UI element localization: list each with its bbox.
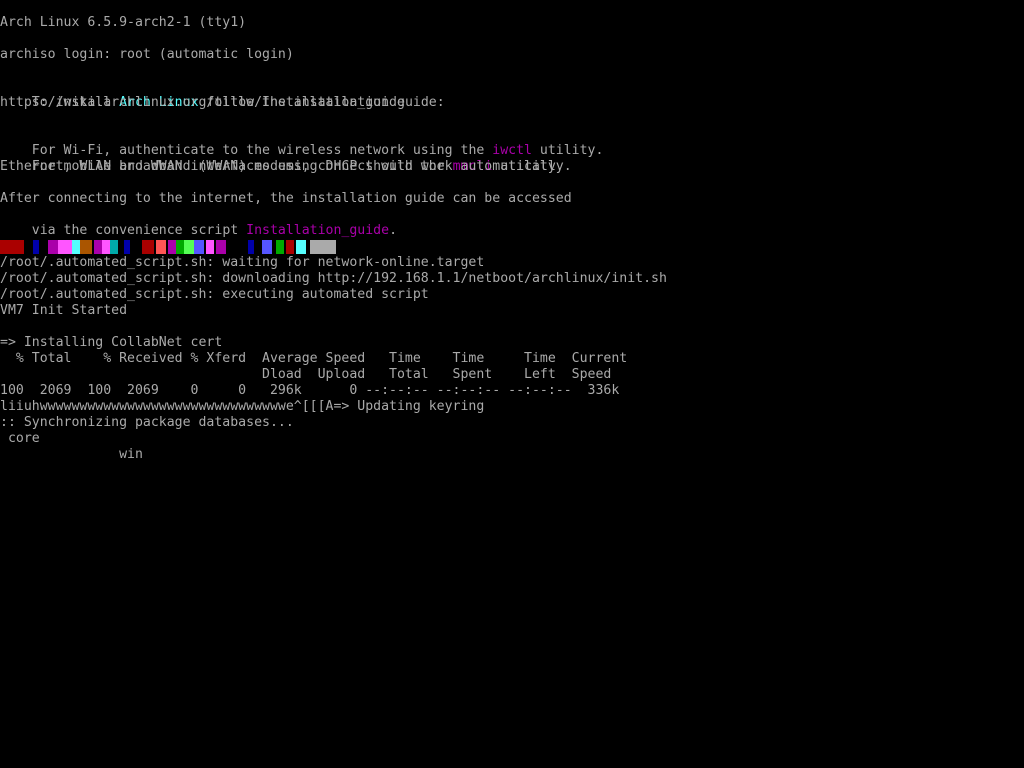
repo-win-line: win <box>0 447 143 462</box>
wifi-line: For Wi-Fi, authenticate to the wireless … <box>0 127 604 158</box>
after-connecting-line: After connecting to the internet, the in… <box>0 191 572 206</box>
install-line: To install Arch Linux follow the install… <box>0 79 445 110</box>
dhcp-line: Ethernet, WLAN and WWAN interfaces using… <box>0 159 572 174</box>
curl-progress-row: 100 2069 100 2069 0 0 296k 0 --:--:-- --… <box>0 383 620 398</box>
curl-header-2: Dload Upload Total Spent Left Speed <box>0 367 612 382</box>
corrupted-output-strip <box>0 240 340 254</box>
script-prefix: via the convenience script <box>31 223 247 238</box>
login-line: archiso login: root (automatic login) <box>0 47 294 62</box>
tty-console[interactable]: Arch Linux 6.5.9-arch2-1 (tty1) archiso … <box>0 0 1024 768</box>
automated-script-waiting: /root/.automated_script.sh: waiting for … <box>0 255 485 270</box>
sync-databases-line: :: Synchronizing package databases... <box>0 415 294 430</box>
keyring-line: liiuhwwwwwwwwwwwwwwwwwwwwwwwwwwwwwwwe^[[… <box>0 399 485 414</box>
kernel-banner: Arch Linux 6.5.9-arch2-1 (tty1) <box>0 15 247 30</box>
automated-script-executing: /root/.automated_script.sh: executing au… <box>0 287 429 302</box>
cert-install-line: => Installing CollabNet cert <box>0 335 223 350</box>
init-started-line: VM7 Init Started <box>0 303 128 318</box>
repo-core-line: core <box>0 431 40 446</box>
script-suffix: . <box>389 223 398 238</box>
curl-header-1: % Total % Received % Xferd Average Speed… <box>0 351 628 366</box>
guide-url: https://wiki.archlinux.org/title/Install… <box>0 95 405 110</box>
convenience-script-line: via the convenience script Installation_… <box>0 207 397 238</box>
automated-script-downloading: /root/.automated_script.sh: downloading … <box>0 271 667 286</box>
wwan-line: For mobile broadband (WWAN) modems, conn… <box>0 143 564 174</box>
installation-guide-highlight: Installation_guide <box>246 223 390 238</box>
